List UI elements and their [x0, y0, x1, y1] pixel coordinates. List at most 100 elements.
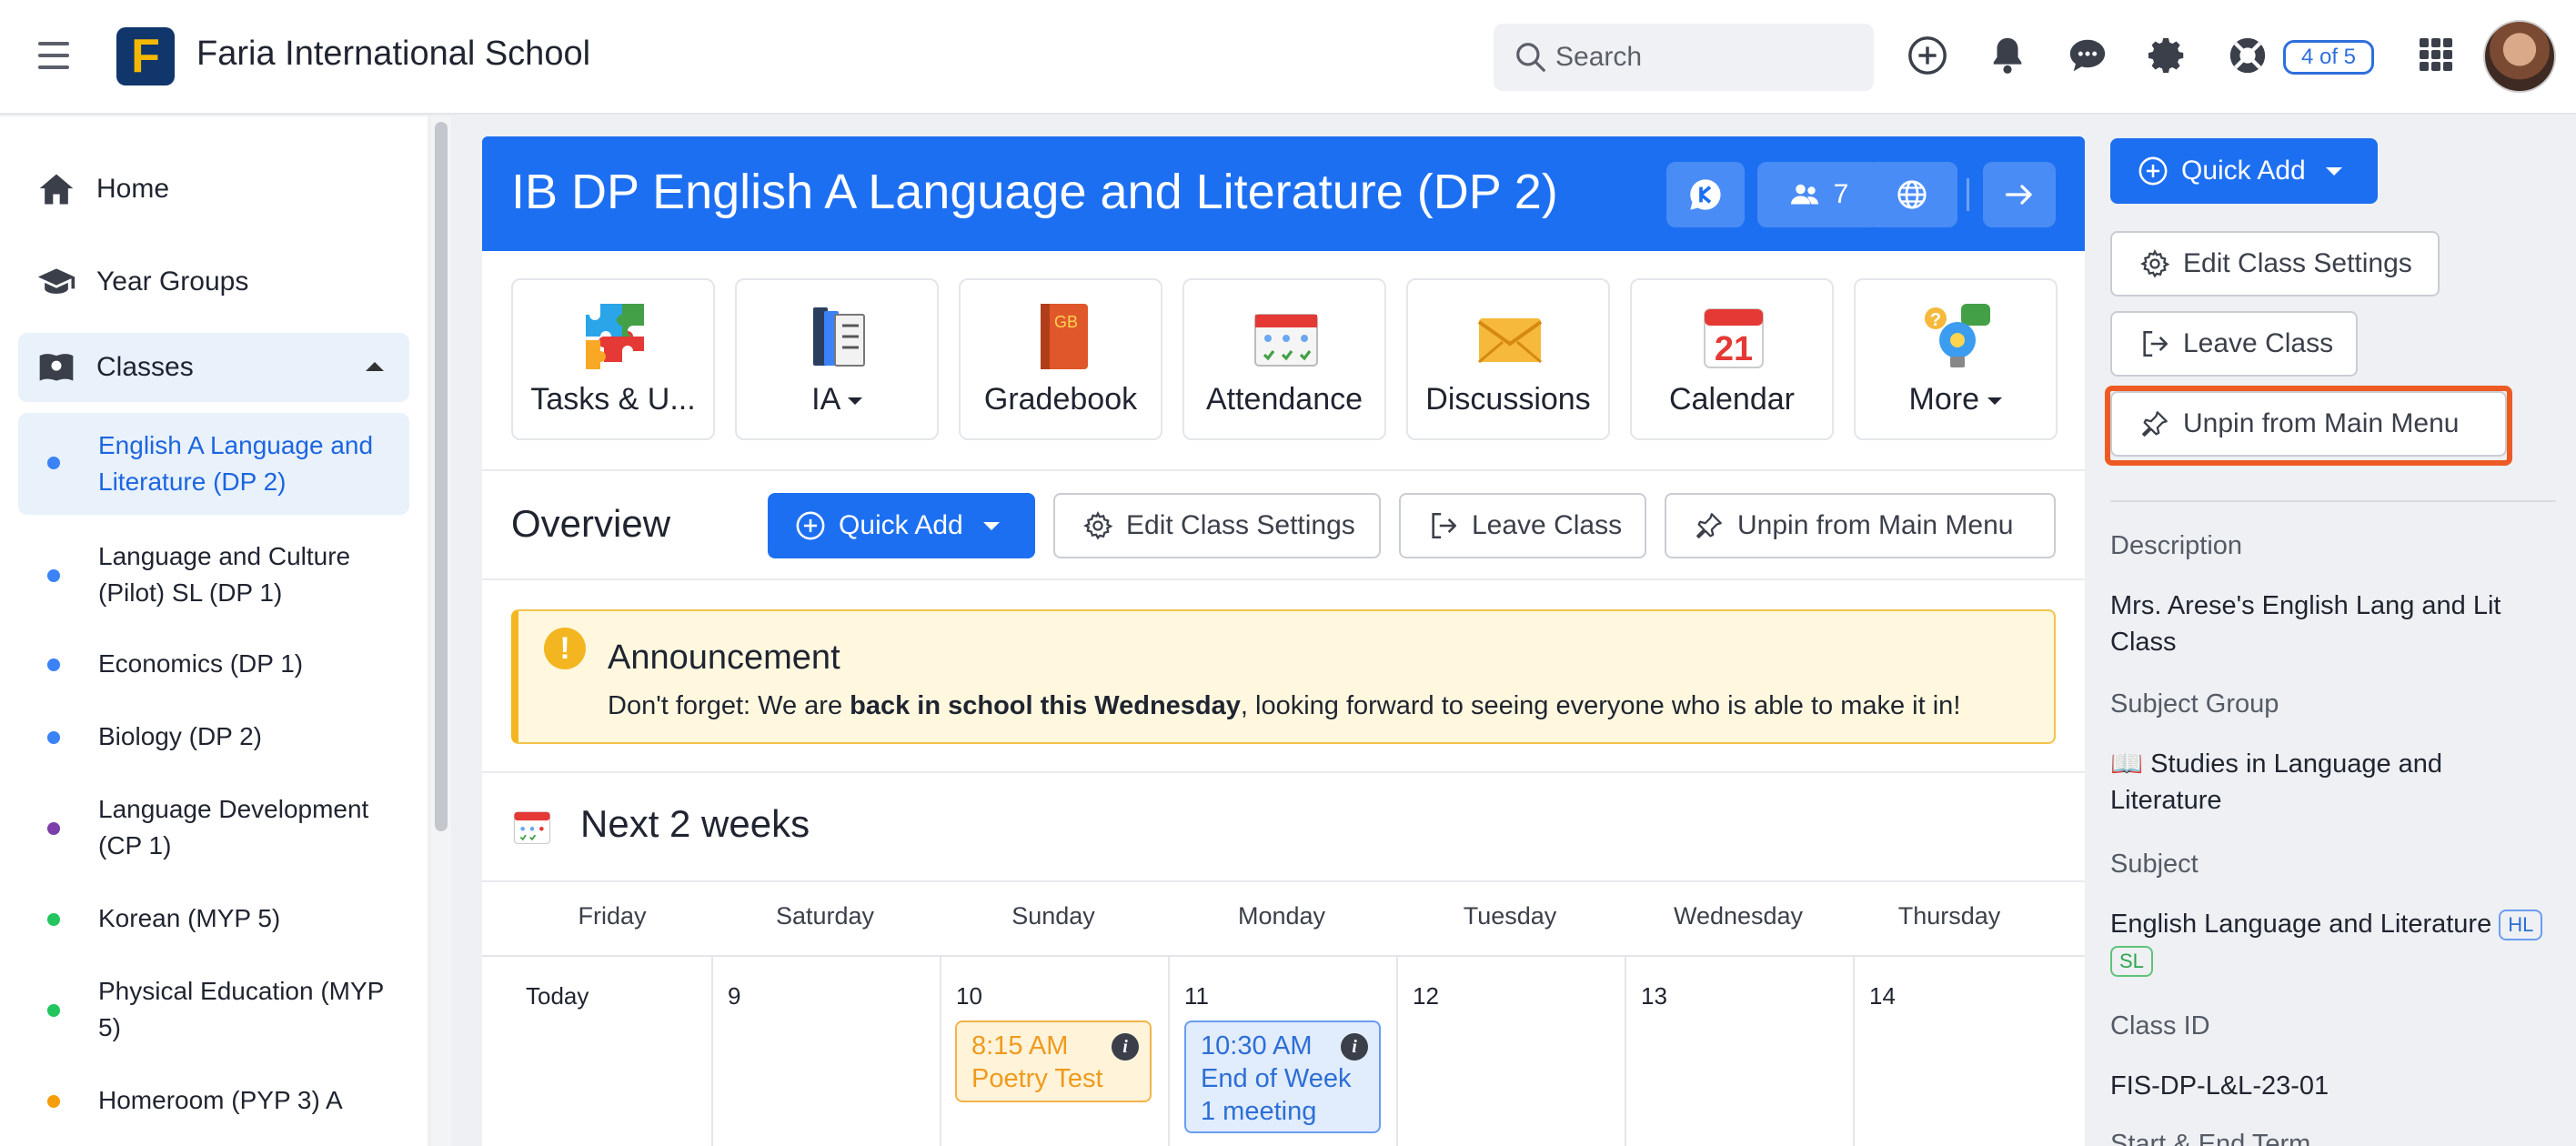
gradebook-icon: GB	[1041, 304, 1088, 369]
event-time: 10:30 AM	[1201, 1031, 1313, 1061]
info-icon[interactable]: i	[1112, 1033, 1139, 1061]
calendar-day-cell[interactable]: Today	[526, 982, 589, 1010]
sidebar-class-item[interactable]: Homeroom (PYP 3) A	[18, 1082, 409, 1119]
search-box[interactable]	[1494, 24, 1874, 91]
announcement-title: Announcement	[608, 638, 840, 677]
tool-label: Attendance	[1205, 382, 1363, 417]
binders-icon	[813, 307, 865, 367]
day-header: Wednesday	[1673, 902, 1804, 930]
day-header: Sunday	[1011, 902, 1095, 930]
divider	[482, 578, 2085, 580]
sidebar-class-item[interactable]: Language and Culture (Pilot) SL (DP 1)	[18, 538, 409, 611]
event-title: End of Week 1 meeting	[1201, 1064, 1352, 1126]
arrow-right-icon	[2005, 185, 2032, 205]
edit-class-settings-button[interactable]: Edit Class Settings	[2110, 231, 2440, 297]
announcement-text: Don't forget: We are	[608, 691, 850, 720]
menu-icon[interactable]	[38, 42, 69, 69]
leave-class-button[interactable]: Leave Class	[2110, 311, 2358, 377]
chevron-up-icon[interactable]	[366, 362, 384, 371]
subject-text: English Language and Literature	[2110, 910, 2492, 939]
sidebar-item-label: Year Groups	[96, 266, 249, 297]
chat-icon[interactable]	[2067, 35, 2108, 76]
tool-tasks[interactable]: Tasks & U...	[511, 278, 715, 440]
class-id-label: Class ID	[2110, 1011, 2210, 1040]
quick-add-button[interactable]: Quick Add	[768, 493, 1035, 558]
subject-group-label: Subject Group	[2110, 689, 2279, 719]
gear-icon[interactable]	[2147, 35, 2189, 76]
calendar-event[interactable]: 8:15 AM Poetry Test i	[955, 1020, 1152, 1102]
apps-grid-icon[interactable]	[2420, 38, 2452, 71]
sidebar-class-item[interactable]: Physical Education (MYP 5)	[18, 973, 409, 1046]
day-header: Friday	[578, 902, 647, 930]
sidebar-class-item[interactable]: Biology (DP 2)	[18, 719, 409, 755]
plus-circle-icon[interactable]	[1907, 35, 1948, 76]
button-label: Edit Class Settings	[2183, 248, 2412, 278]
class-color-dot	[47, 1095, 60, 1108]
members-button[interactable]: 7	[1757, 162, 1879, 227]
plus-circle-icon	[2138, 156, 2168, 186]
tool-discussions[interactable]: Discussions	[1406, 278, 1610, 440]
sidebar-item-home[interactable]: Home	[18, 155, 409, 224]
gear-icon	[2139, 248, 2170, 278]
graduation-cap-icon	[37, 268, 75, 294]
progress-badge[interactable]: 4 of 5	[2283, 40, 2374, 75]
class-color-dot	[47, 1004, 60, 1017]
calendar-grid-line	[940, 957, 941, 1146]
alert-icon: !	[544, 628, 586, 669]
class-logo-button[interactable]	[1666, 162, 1745, 227]
info-icon[interactable]: i	[1341, 1033, 1368, 1061]
tool-calendar[interactable]: 21 Calendar	[1630, 278, 1834, 440]
class-label: Language Development (CP 1)	[98, 795, 369, 860]
sidebar-class-item[interactable]: Korean (MYP 5)	[18, 900, 409, 937]
sidebar-class-item[interactable]: English A Language and Literature (DP 2)	[18, 413, 409, 515]
exit-icon	[2143, 330, 2168, 357]
tool-label: Tasks & U...	[530, 382, 696, 417]
divider	[482, 880, 2085, 882]
calendar-icon: 21	[1704, 308, 1764, 368]
sidebar-class-item[interactable]: Language Development (CP 1)	[18, 791, 409, 864]
tool-more[interactable]: ? More	[1854, 278, 2058, 440]
attendance-icon	[1254, 314, 1318, 367]
tool-label-text: IA	[811, 382, 840, 417]
class-color-dot	[47, 569, 60, 582]
sidebar-item-classes[interactable]: Classes	[18, 333, 409, 402]
calendar-day-cell[interactable]: 13	[1641, 982, 1667, 1010]
search-icon	[1516, 43, 1545, 72]
level-tag-sl: SL	[2110, 946, 2153, 978]
bell-icon[interactable]	[1987, 35, 2028, 76]
class-label: English A Language and Literature (DP 2)	[98, 431, 374, 496]
tool-gradebook[interactable]: GB Gradebook	[959, 278, 1162, 440]
lightbulb-icon: ?	[1925, 304, 1990, 367]
lifebuoy-icon[interactable]	[2227, 35, 2269, 76]
sidebar-item-label: Home	[96, 174, 170, 204]
tool-attendance[interactable]: Attendance	[1182, 278, 1386, 440]
class-label: Economics (DP 1)	[98, 649, 304, 678]
next-class-button[interactable]	[1983, 162, 2056, 227]
leave-class-button[interactable]: Leave Class	[1399, 493, 1646, 558]
sidebar-scrollbar[interactable]	[431, 116, 451, 1146]
search-input[interactable]	[1555, 24, 1856, 91]
calendar-day-cell[interactable]: 11	[1184, 982, 1209, 1010]
calendar-day-cell[interactable]: 9	[728, 982, 740, 1010]
scrollbar-thumb[interactable]	[435, 122, 448, 831]
calendar-event[interactable]: 10:30 AM End of Week 1 meeting i	[1184, 1020, 1381, 1133]
edit-class-settings-button[interactable]: Edit Class Settings	[1053, 493, 1381, 558]
subject-value: English Language and Literature HL SL	[2110, 906, 2556, 979]
day-header: Monday	[1237, 902, 1326, 930]
calendar-day-cell[interactable]: 12	[1413, 982, 1439, 1010]
calendar-day-cell[interactable]: 14	[1869, 982, 1896, 1010]
school-name[interactable]: Faria International School	[196, 35, 590, 74]
calendar-grid-line	[482, 955, 2085, 957]
globe-button[interactable]	[1867, 162, 1957, 227]
school-logo[interactable]: F	[116, 27, 175, 85]
members-count: 7	[1833, 179, 1849, 209]
sidebar-item-year-groups[interactable]: Year Groups	[18, 247, 409, 317]
unpin-button[interactable]: Unpin from Main Menu	[1665, 493, 2056, 558]
avatar[interactable]	[2483, 20, 2556, 93]
quick-add-button[interactable]: Quick Add	[2110, 138, 2378, 204]
tool-ia[interactable]: IA	[735, 278, 939, 440]
calendar-day-cell[interactable]: 10	[956, 982, 982, 1010]
svg-text:?: ?	[1930, 310, 1941, 330]
right-panel: Quick Add Edit Class Settings Leave Clas…	[2085, 116, 2576, 1146]
sidebar-class-item[interactable]: Economics (DP 1)	[18, 646, 409, 682]
